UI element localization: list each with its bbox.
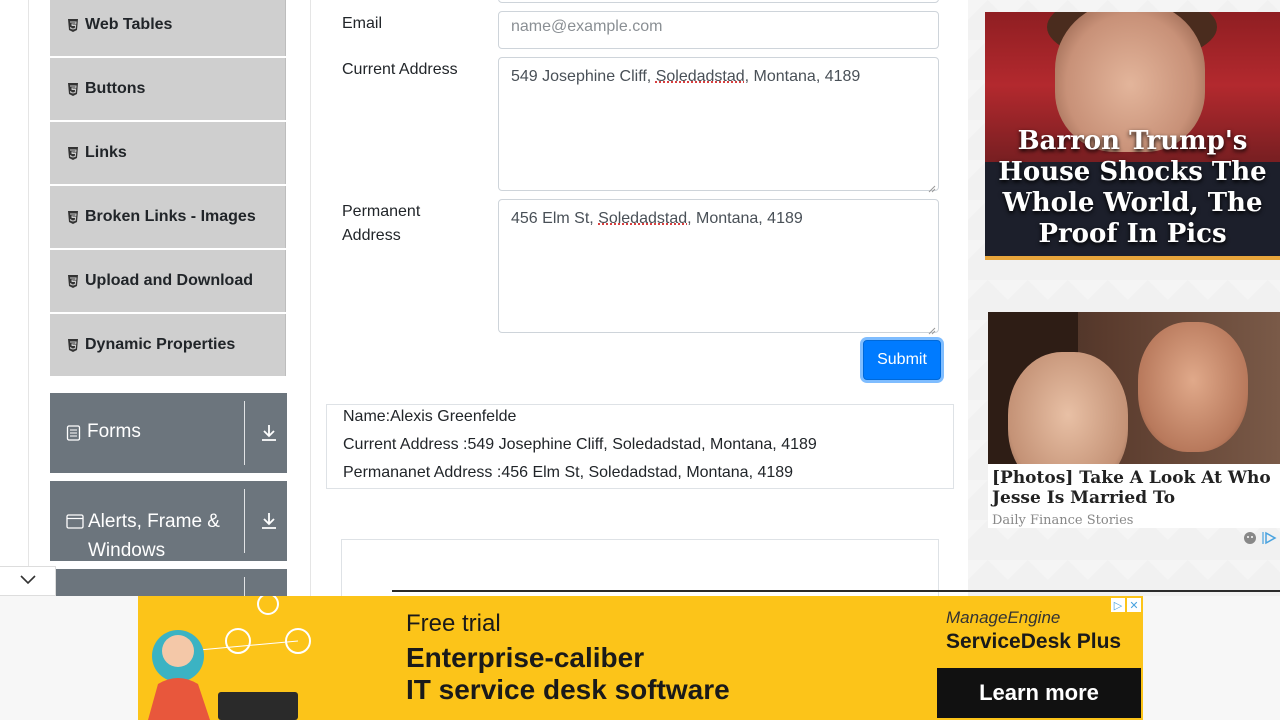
sidebar-item-links[interactable]: Links — [50, 122, 286, 184]
banner-line-2: Enterprise-caliber — [406, 642, 645, 673]
ad-illustration — [148, 596, 311, 720]
group-divider — [244, 489, 245, 553]
banner-line-3: IT service desk software — [406, 674, 730, 705]
ad-barron[interactable]: Barron Trump's House Shocks The Whole Wo… — [985, 12, 1280, 260]
download-icon[interactable] — [260, 423, 278, 443]
resize-handle-icon[interactable] — [928, 180, 936, 193]
sidebar-item-web-tables[interactable]: Web Tables — [50, 0, 286, 56]
brand-logo: ManageEngine — [946, 608, 1061, 627]
close-icon[interactable]: ✕ — [1127, 598, 1141, 612]
html5-icon — [66, 274, 79, 288]
ad-divider-line — [392, 590, 1280, 592]
output-box: Name:Alexis Greenfelde Current Address :… — [326, 404, 954, 489]
banner-line-1: Free trial — [406, 610, 501, 637]
group-label: Forms — [87, 421, 141, 442]
chevron-down-icon — [19, 572, 36, 590]
output-name: Name:Alexis Greenfelde — [343, 408, 517, 425]
sidebar-item-label: Upload and Download — [85, 272, 253, 289]
adchoices-icon[interactable] — [1242, 530, 1280, 546]
sidebar-item-dynamic-properties[interactable]: Dynamic Properties — [50, 314, 286, 376]
current-address-label: Current Address — [342, 61, 458, 78]
html5-icon — [66, 210, 79, 224]
sidebar-item-upload-download[interactable]: Upload and Download — [50, 250, 286, 312]
ad-headline: Barron Trump's House Shocks The Whole Wo… — [998, 126, 1267, 249]
html5-icon — [66, 338, 79, 352]
sidebar-border — [28, 0, 29, 596]
brand-name: ServiceDesk Plus — [946, 630, 1122, 653]
current-address-field[interactable]: 549 Josephine Cliff, Soledadstad, Montan… — [498, 57, 939, 193]
ad-jesse-image[interactable] — [988, 312, 1280, 464]
group-label: Alerts, Frame & Windows — [88, 511, 220, 561]
sidebar-item-broken-links[interactable]: Broken Links - Images — [50, 186, 286, 248]
output-current-address: Current Address :549 Josephine Cliff, So… — [343, 436, 817, 453]
form-icon — [66, 425, 81, 447]
content-divider — [310, 0, 311, 596]
sidebar-group-alerts[interactable]: Alerts, Frame & Windows — [50, 481, 287, 561]
sidebar-item-label: Dynamic Properties — [85, 336, 236, 353]
resize-handle-icon[interactable] — [928, 322, 936, 335]
sidebar-item-buttons[interactable]: Buttons — [50, 58, 286, 120]
html5-icon — [66, 82, 79, 96]
adchoices-icon[interactable]: ▷ — [1111, 598, 1125, 612]
sidebar-group-forms[interactable]: Forms — [50, 393, 287, 473]
ad-close-controls[interactable]: ▷ ✕ — [1111, 598, 1141, 612]
sidebar-item-label: Buttons — [85, 80, 146, 97]
permanent-address-label: Permanent Address — [342, 203, 421, 244]
output-permanent-address: Permananet Address :456 Elm St, Soledads… — [343, 464, 794, 481]
window-icon — [66, 513, 84, 535]
ad-jesse-text[interactable]: [Photos] Take A Look At Who Jesse Is Mar… — [988, 464, 1280, 528]
previous-field-edge[interactable] — [498, 0, 939, 3]
submit-button[interactable]: Submit — [863, 340, 941, 380]
group-divider — [244, 577, 245, 596]
collapse-toggle[interactable] — [0, 566, 56, 596]
ad-title: [Photos] Take A Look At Who Jesse Is Mar… — [992, 468, 1271, 508]
email-field[interactable]: name@example.com — [498, 11, 939, 49]
sidebar-item-label: Web Tables — [85, 16, 173, 33]
ad-source: Daily Finance Stories — [992, 513, 1134, 528]
sidebar-group-next[interactable] — [50, 569, 287, 596]
permanent-address-field[interactable]: 456 Elm St, Soledadstad, Montana, 4189 — [498, 199, 939, 335]
html5-icon — [66, 146, 79, 160]
learn-more-button[interactable]: Learn more — [937, 668, 1141, 718]
html5-icon — [66, 18, 79, 32]
group-divider — [244, 401, 245, 465]
sidebar-item-label: Links — [85, 144, 127, 161]
sidebar-item-label: Broken Links - Images — [85, 208, 256, 225]
bottom-banner-ad[interactable]: Free trial Enterprise-caliber IT service… — [138, 596, 1143, 720]
download-icon[interactable] — [260, 511, 278, 531]
email-label: Email — [342, 15, 383, 32]
